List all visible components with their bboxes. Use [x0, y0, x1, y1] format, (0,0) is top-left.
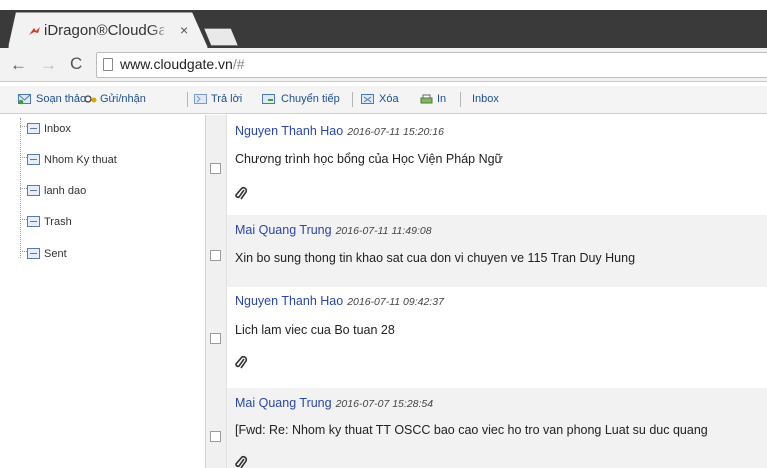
message-subject: [Fwd: Re: Nhom ky thuat TT OSCC bao cao …	[235, 423, 708, 437]
url-path: /#	[232, 56, 245, 72]
forward-arrow-icon[interactable]: →	[40, 55, 57, 75]
url-text[interactable]: www.cloudgate.vn/#	[120, 56, 245, 72]
message-checkbox[interactable]	[210, 250, 221, 261]
folder-icon	[27, 216, 40, 228]
tree-connector	[20, 188, 27, 189]
tab-close-icon[interactable]: ×	[180, 22, 188, 38]
message-sender: Mai Quang Trung 2016-07-11 11:49:08	[235, 223, 432, 237]
folder-icon	[27, 248, 40, 260]
message-subject: Xin bo sung thong tin khao sat cua don v…	[235, 251, 636, 265]
compose-button[interactable]: Soạn thảo	[36, 93, 86, 105]
delete-icon	[361, 94, 374, 104]
reply-button[interactable]: Trả lời	[211, 93, 242, 105]
forward-button[interactable]: Chuyển tiếp	[281, 93, 340, 105]
compose-icon	[18, 94, 31, 105]
back-arrow-icon[interactable]: ←	[10, 55, 27, 75]
sidebar-item-sent[interactable]: Sent	[27, 245, 67, 263]
dragon-favicon-icon	[29, 27, 40, 35]
sidebar-item-label: lanh dao	[44, 184, 87, 197]
message-sender: Nguyen Thanh Hao 2016-07-11 15:20:16	[235, 124, 444, 138]
paperclip-icon	[235, 186, 248, 200]
toolbar-divider	[187, 92, 188, 107]
reply-icon	[194, 94, 207, 104]
current-folder-label: Inbox	[472, 93, 499, 105]
sidebar-item-label: Inbox	[44, 122, 71, 135]
paperclip-icon	[235, 355, 248, 369]
delete-button[interactable]: Xóa	[379, 93, 399, 105]
folder-icon	[27, 123, 40, 135]
tab-title: iDragon®CloudGat	[44, 22, 164, 39]
print-button[interactable]: In	[437, 93, 446, 105]
sender-name: Mai Quang Trung	[235, 223, 332, 237]
message-checkbox[interactable]	[210, 431, 221, 442]
folder-icon	[27, 185, 40, 197]
print-icon	[420, 94, 433, 104]
send-receive-button[interactable]: Gửi/nhận	[100, 93, 146, 105]
message-date: 2016-07-11 11:49:08	[335, 225, 432, 237]
sidebar-item-label: Trash	[44, 215, 72, 228]
tab-title-fade	[150, 20, 172, 40]
sender-name: Mai Quang Trung	[235, 396, 332, 410]
tree-connector	[20, 126, 27, 127]
message-sender: Mai Quang Trung 2016-07-07 15:28:54	[235, 396, 433, 410]
sender-name: Nguyen Thanh Hao	[235, 294, 344, 308]
message-date: 2016-07-11 09:42:37	[347, 296, 444, 308]
send-receive-icon	[84, 95, 97, 103]
message-date: 2016-07-07 15:28:54	[335, 398, 434, 410]
forward-mail-icon	[262, 94, 275, 104]
sidebar-item-label: Sent	[44, 247, 67, 260]
reload-icon[interactable]: C	[70, 54, 82, 74]
toolbar-divider	[352, 92, 353, 107]
message-sender: Nguyen Thanh Hao 2016-07-11 09:42:37	[235, 294, 444, 308]
message-checkbox[interactable]	[210, 163, 221, 174]
tree-connector	[20, 157, 27, 158]
paperclip-icon	[235, 455, 248, 468]
toolbar-divider	[460, 92, 461, 107]
sidebar-item-trash[interactable]: Trash	[27, 213, 72, 231]
message-date: 2016-07-11 15:20:16	[347, 126, 444, 138]
folder-icon	[27, 154, 40, 166]
sidebar-item-inbox[interactable]: Inbox	[27, 120, 71, 138]
page-icon	[103, 58, 113, 71]
message-checkbox[interactable]	[210, 333, 221, 344]
sidebar-item-label: Nhom Ky thuat	[44, 153, 117, 166]
url-host: www.cloudgate.vn	[120, 56, 233, 72]
message-subject: Chương trình học bổng của Học Viện Pháp …	[235, 152, 503, 166]
message-subject: Lich lam viec cua Bo tuan 28	[235, 323, 395, 337]
sidebar-item-lanh-dao[interactable]: lanh dao	[27, 182, 86, 200]
sender-name: Nguyen Thanh Hao	[235, 124, 344, 138]
sidebar-item-nhom-ky-thuat[interactable]: Nhom Ky thuat	[27, 151, 117, 169]
tree-connector	[20, 219, 27, 220]
tree-connector	[20, 251, 27, 252]
